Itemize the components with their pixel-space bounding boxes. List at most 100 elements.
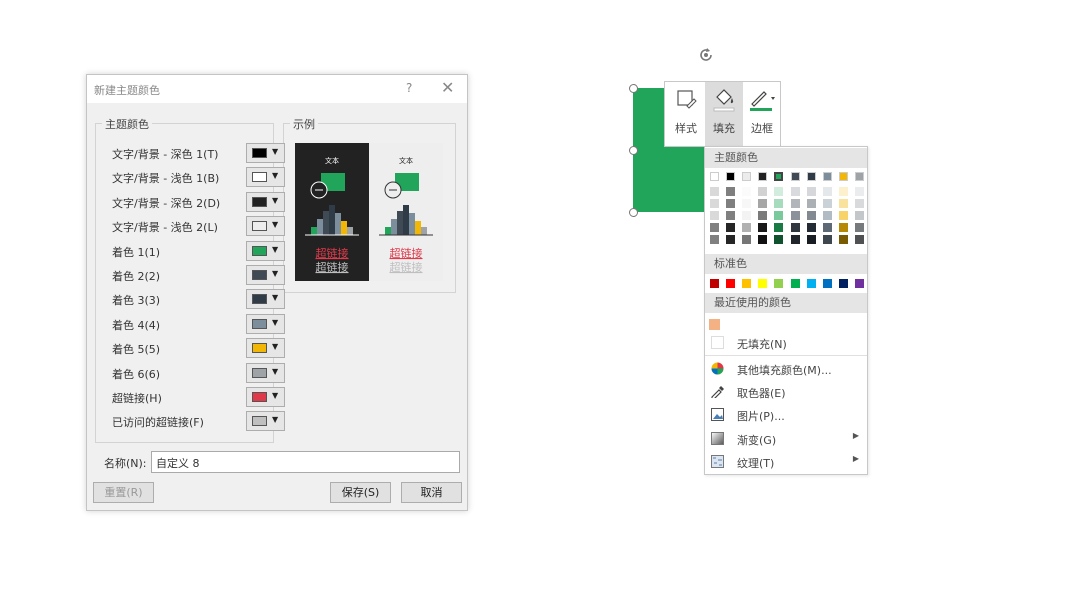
standard-color-swatch[interactable] (838, 279, 848, 288)
theme-color-swatch[interactable] (710, 172, 719, 181)
theme-color-swatch[interactable] (758, 172, 768, 181)
theme-shade-swatch[interactable] (742, 187, 752, 196)
theme-shade-swatch[interactable] (806, 187, 816, 196)
standard-color-swatch[interactable] (726, 279, 736, 288)
theme-shade-swatch[interactable] (790, 223, 800, 232)
theme-color-swatch[interactable] (774, 172, 784, 181)
theme-shade-swatch[interactable] (742, 199, 752, 208)
theme-shade-swatch[interactable] (822, 223, 832, 232)
theme-shade-swatch[interactable] (822, 235, 832, 244)
theme-shade-swatch[interactable] (710, 235, 719, 244)
theme-shade-swatch[interactable] (758, 235, 768, 244)
theme-shade-swatch[interactable] (806, 223, 816, 232)
theme-shade-swatch[interactable] (854, 199, 864, 208)
theme-color-swatch[interactable] (726, 172, 736, 181)
standard-color-swatch[interactable] (822, 279, 832, 288)
theme-shade-swatch[interactable] (822, 187, 832, 196)
theme-shade-swatch[interactable] (726, 235, 736, 244)
standard-color-swatch[interactable] (710, 279, 719, 288)
theme-color-swatch[interactable] (742, 172, 752, 181)
style-button[interactable]: 样式 (667, 82, 705, 146)
eyedropper-item[interactable]: 取色器(E) (705, 380, 867, 403)
theme-shade-swatch[interactable] (726, 199, 736, 208)
color-picker-button[interactable]: ▼ (246, 313, 285, 334)
theme-shade-swatch[interactable] (854, 235, 864, 244)
border-button[interactable]: 边框 (743, 82, 781, 146)
theme-shade-swatch[interactable] (758, 199, 768, 208)
more-fill-colors-item[interactable]: 其他填充颜色(M)... (705, 357, 867, 380)
standard-color-swatch[interactable] (806, 279, 816, 288)
recent-color-swatch[interactable] (709, 319, 720, 330)
color-picker-button[interactable]: ▼ (246, 143, 285, 163)
theme-shade-swatch[interactable] (822, 211, 832, 220)
color-picker-button[interactable]: ▼ (246, 265, 285, 285)
theme-shade-swatch[interactable] (774, 235, 784, 244)
no-fill-item[interactable]: 无填充(N) (705, 331, 867, 354)
gradient-item[interactable]: 渐变(G) ▶ (705, 427, 867, 450)
resize-handle-bottom-left[interactable] (629, 208, 638, 217)
theme-shade-swatch[interactable] (774, 223, 784, 232)
theme-shade-swatch[interactable] (854, 211, 864, 220)
theme-shade-swatch[interactable] (710, 187, 719, 196)
theme-color-swatch[interactable] (806, 172, 816, 181)
close-icon[interactable]: ✕ (441, 78, 454, 97)
theme-shade-swatch[interactable] (790, 235, 800, 244)
theme-shade-swatch[interactable] (742, 235, 752, 244)
color-picker-button[interactable]: ▼ (246, 167, 285, 188)
standard-color-swatch[interactable] (758, 279, 768, 288)
color-picker-button[interactable]: ▼ (246, 362, 285, 383)
theme-color-swatch[interactable] (790, 172, 800, 181)
color-picker-button[interactable]: ▼ (246, 191, 285, 212)
theme-shade-swatch[interactable] (806, 211, 816, 220)
picture-item[interactable]: 图片(P)... (705, 403, 867, 426)
theme-shade-swatch[interactable] (838, 199, 848, 208)
theme-shade-swatch[interactable] (774, 187, 784, 196)
theme-shade-swatch[interactable] (790, 199, 800, 208)
color-picker-button[interactable]: ▼ (246, 289, 285, 310)
standard-color-swatch[interactable] (742, 279, 752, 288)
theme-color-swatch[interactable] (838, 172, 848, 181)
theme-shade-swatch[interactable] (838, 187, 848, 196)
theme-shade-swatch[interactable] (742, 223, 752, 232)
theme-shade-swatch[interactable] (790, 211, 800, 220)
theme-shade-swatch[interactable] (758, 223, 768, 232)
theme-color-swatch[interactable] (822, 172, 832, 181)
theme-shade-swatch[interactable] (726, 223, 736, 232)
reset-button[interactable]: 重置(R) (93, 482, 154, 503)
texture-item[interactable]: 纹理(T) ▶ (705, 450, 867, 473)
fill-button[interactable]: 填充 (705, 82, 743, 146)
theme-shade-swatch[interactable] (758, 211, 768, 220)
rotate-handle-icon[interactable] (696, 45, 716, 65)
color-picker-button[interactable]: ▼ (246, 216, 285, 237)
name-input[interactable]: 自定义 8 (151, 451, 460, 473)
color-picker-button[interactable]: ▼ (246, 411, 285, 432)
resize-handle-left[interactable] (629, 146, 638, 155)
theme-shade-swatch[interactable] (710, 211, 719, 220)
theme-shade-swatch[interactable] (806, 199, 816, 208)
theme-shade-swatch[interactable] (854, 187, 864, 196)
resize-handle-top-left[interactable] (629, 84, 638, 93)
theme-shade-swatch[interactable] (710, 223, 719, 232)
theme-shade-swatch[interactable] (806, 235, 816, 244)
theme-shade-swatch[interactable] (774, 211, 784, 220)
theme-shade-swatch[interactable] (790, 187, 800, 196)
color-picker-button[interactable]: ▼ (246, 240, 285, 261)
theme-color-swatch[interactable] (854, 172, 864, 181)
standard-color-swatch[interactable] (774, 279, 784, 288)
save-button[interactable]: 保存(S) (330, 482, 391, 503)
color-picker-button[interactable]: ▼ (246, 338, 285, 359)
theme-shade-swatch[interactable] (838, 235, 848, 244)
help-icon[interactable]: ? (406, 81, 412, 95)
cancel-button[interactable]: 取消 (401, 482, 462, 503)
color-picker-button[interactable]: ▼ (246, 387, 285, 407)
theme-shade-swatch[interactable] (726, 211, 736, 220)
theme-shade-swatch[interactable] (774, 199, 784, 208)
theme-shade-swatch[interactable] (838, 223, 848, 232)
standard-color-swatch[interactable] (854, 279, 864, 288)
theme-shade-swatch[interactable] (726, 187, 736, 196)
theme-shade-swatch[interactable] (838, 211, 848, 220)
theme-shade-swatch[interactable] (742, 211, 752, 220)
standard-color-swatch[interactable] (790, 279, 800, 288)
theme-shade-swatch[interactable] (758, 187, 768, 196)
theme-shade-swatch[interactable] (822, 199, 832, 208)
